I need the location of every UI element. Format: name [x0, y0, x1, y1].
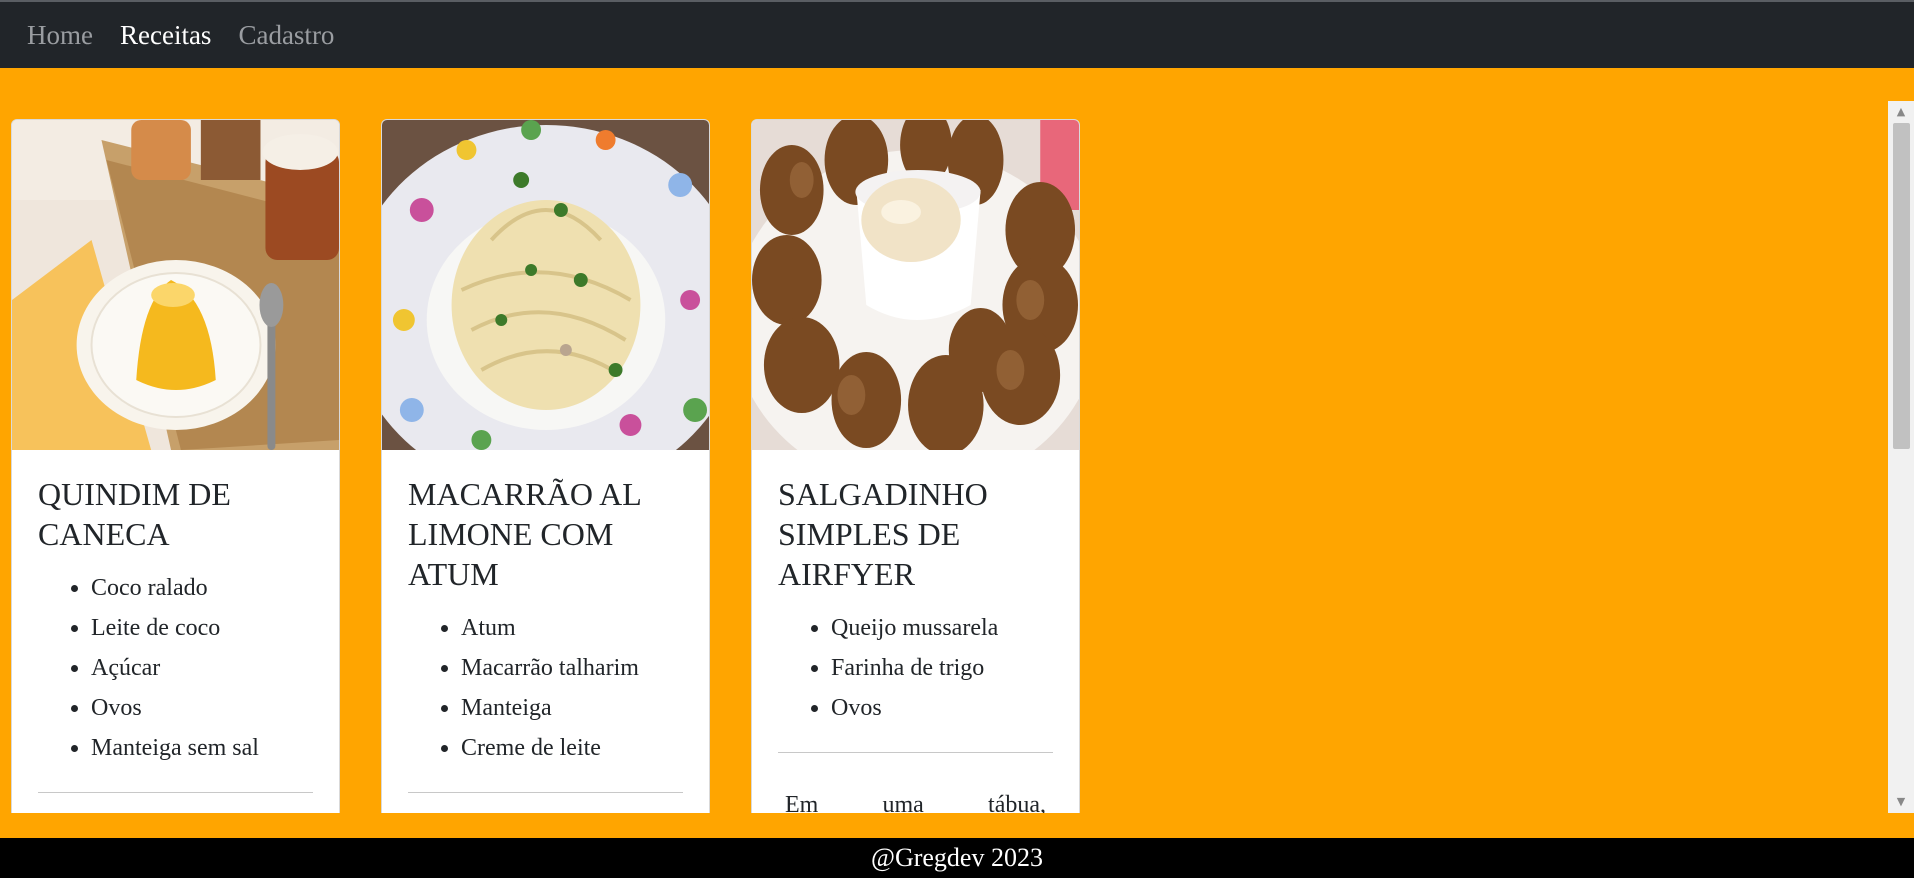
vertical-scrollbar[interactable]: ▲ ▼: [1888, 101, 1914, 813]
ingredient-item: Manteiga: [461, 688, 683, 728]
ingredient-list: Queijo mussarela Farinha de trigo Ovos: [778, 608, 1053, 728]
footer-copyright: @Gregdev 2023: [871, 843, 1043, 872]
ingredient-item: Macarrão talharim: [461, 648, 683, 688]
footer: @Gregdev 2023: [0, 838, 1914, 878]
nav-link-home[interactable]: Home: [27, 20, 93, 51]
card-divider: [778, 752, 1053, 753]
ingredient-item: Manteiga sem sal: [91, 728, 313, 768]
ingredient-item: Queijo mussarela: [831, 608, 1053, 648]
scroll-down-arrow-icon[interactable]: ▼: [1888, 793, 1914, 811]
nav-link-cadastro[interactable]: Cadastro: [238, 20, 334, 51]
card-divider: [38, 792, 313, 793]
navbar: Home Receitas Cadastro: [0, 2, 1914, 68]
recipe-title: QUINDIM DE CANECA: [38, 476, 231, 552]
ingredient-item: Ovos: [91, 688, 313, 728]
recipe-image-salgadinho: [752, 120, 1079, 450]
ingredient-item: Farinha de trigo: [831, 648, 1053, 688]
recipe-card: SALGADINHO SIMPLES DE AIRFYER Queijo mus…: [751, 119, 1080, 813]
ingredient-item: Atum: [461, 608, 683, 648]
ingredient-item: Leite de coco: [91, 608, 313, 648]
scrollbar-thumb[interactable]: [1893, 123, 1910, 449]
recipe-title: MACARRÃO AL LIMONE COM ATUM: [408, 476, 641, 592]
recipe-image-macarrao: [382, 120, 709, 450]
ingredient-item: Creme de leite: [461, 728, 683, 768]
ingredient-item: Açúcar: [91, 648, 313, 688]
scroll-up-arrow-icon[interactable]: ▲: [1888, 103, 1914, 121]
ingredient-item: Coco ralado: [91, 568, 313, 608]
ingredient-list: Atum Macarrão talharim Manteiga Creme de…: [408, 608, 683, 768]
recipe-card: QUINDIM DE CANECA Coco ralado Leite de c…: [11, 119, 340, 813]
recipes-scroll-area[interactable]: QUINDIM DE CANECA Coco ralado Leite de c…: [0, 101, 1888, 813]
card-divider: [408, 792, 683, 793]
recipe-title: SALGADINHO SIMPLES DE AIRFYER: [778, 476, 988, 592]
recipe-description: Em uma tábua,: [785, 792, 1046, 813]
ingredient-list: Coco ralado Leite de coco Açúcar Ovos Ma…: [38, 568, 313, 768]
recipe-image-quindim: [12, 120, 339, 450]
recipe-card: MACARRÃO AL LIMONE COM ATUM Atum Macarrã…: [381, 119, 710, 813]
ingredient-item: Ovos: [831, 688, 1053, 728]
nav-link-receitas[interactable]: Receitas: [120, 20, 211, 51]
